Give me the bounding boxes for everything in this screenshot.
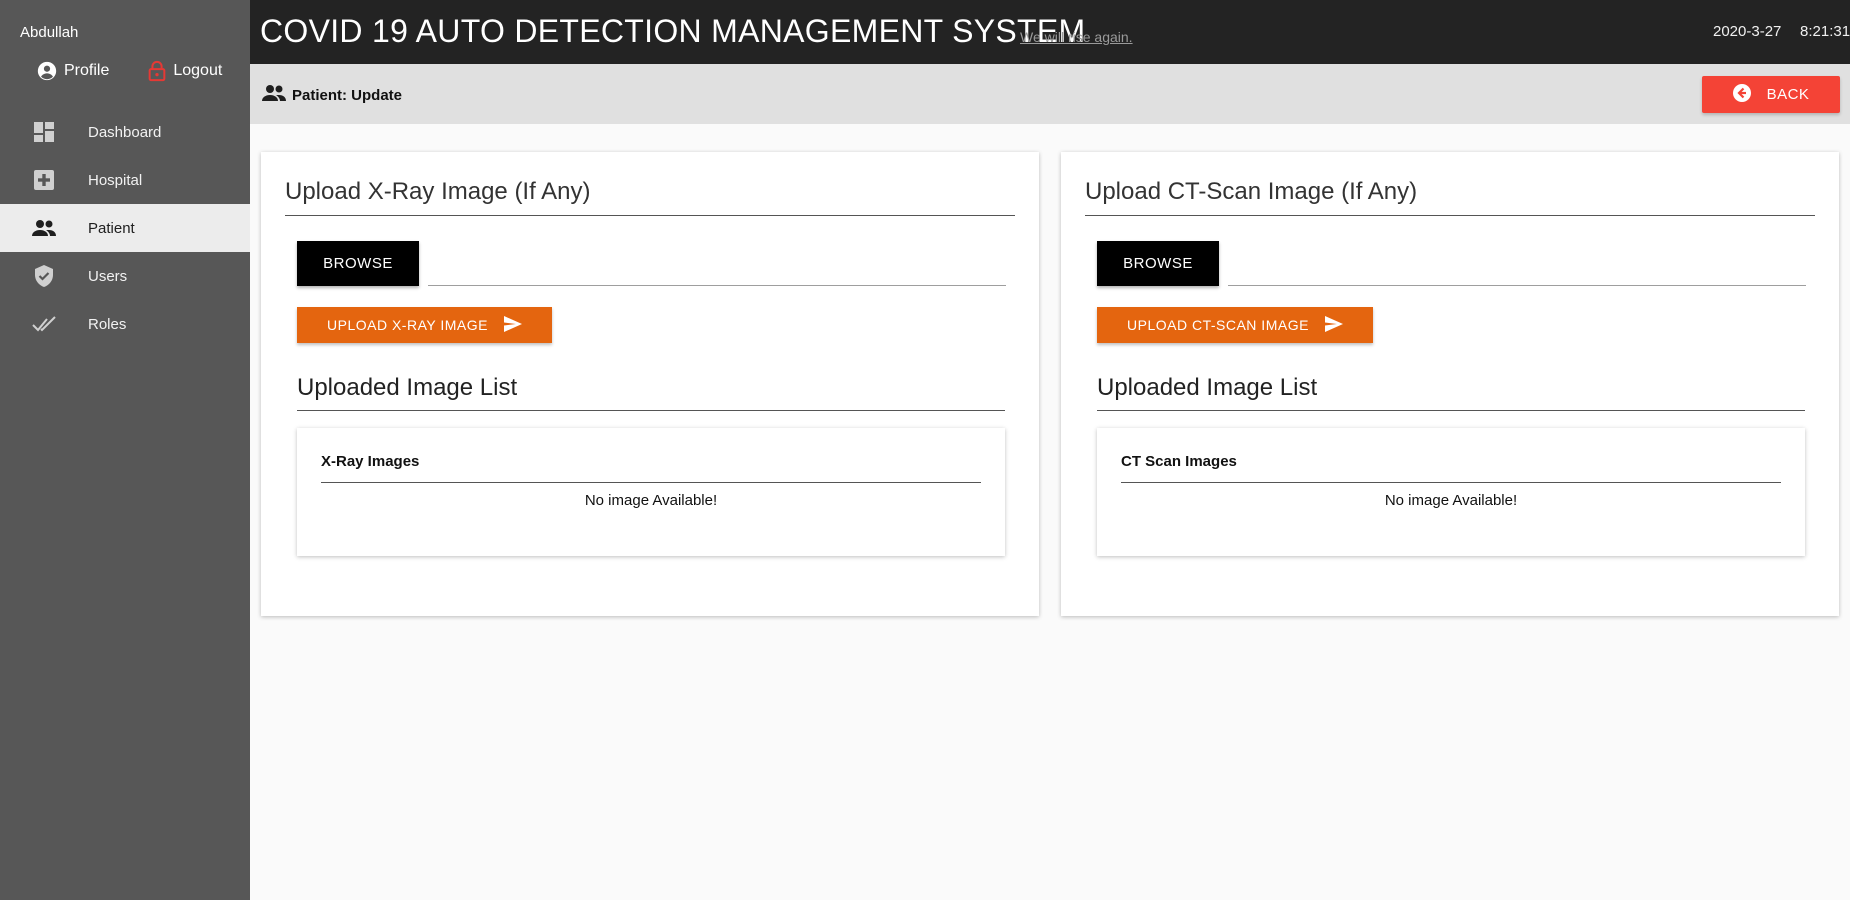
breadcrumb: Patient: Update: [262, 84, 402, 106]
upload-xray-label: UPLOAD X-RAY IMAGE: [327, 317, 488, 333]
sidebar-item-label: Patient: [88, 219, 135, 237]
sidebar-item-label: Dashboard: [88, 123, 162, 141]
current-date: 2020-3-27: [1713, 23, 1782, 40]
ctscan-card-title: Upload CT-Scan Image (If Any): [1085, 178, 1418, 205]
top-bar: COVID 19 AUTO DETECTION MANAGEMENT SYSTE…: [250, 0, 1850, 64]
ctscan-browse-button[interactable]: BROWSE: [1097, 241, 1219, 286]
current-time: 8:21:31: [1800, 23, 1850, 40]
ctscan-list-title: Uploaded Image List: [1097, 374, 1318, 401]
sidebar-item-users[interactable]: Users: [0, 252, 250, 300]
hospital-plus-icon: [32, 168, 56, 192]
upload-ctscan-label: UPLOAD CT-SCAN IMAGE: [1127, 317, 1309, 333]
ctscan-file-path-input[interactable]: [1228, 252, 1806, 286]
ctscan-empty-message: No image Available!: [1384, 492, 1518, 509]
sidebar: Abdullah Profile Logout Dashboard Hospit…: [0, 0, 250, 900]
back-button[interactable]: BACK: [1702, 76, 1840, 113]
shield-check-icon: [32, 264, 56, 288]
xray-upload-card: Upload X-Ray Image (If Any) BROWSE UPLOA…: [261, 152, 1039, 616]
arrow-back-circle-icon: [1732, 83, 1751, 106]
user-actions: Profile Logout: [36, 60, 222, 82]
lock-icon: [147, 60, 167, 82]
sidebar-item-label: Users: [88, 267, 128, 285]
ctscan-upload-card: Upload CT-Scan Image (If Any) BROWSE UPL…: [1061, 152, 1839, 616]
divider: [285, 215, 1015, 216]
sidebar-item-roles[interactable]: Roles: [0, 300, 250, 348]
profile-label: Profile: [64, 62, 110, 79]
sidebar-item-label: Roles: [88, 315, 127, 333]
logout-link[interactable]: Logout: [147, 60, 222, 82]
xray-card-title: Upload X-Ray Image (If Any): [285, 178, 591, 205]
send-icon: [503, 315, 522, 335]
upload-xray-button[interactable]: UPLOAD X-RAY IMAGE: [297, 307, 552, 343]
dashboard-icon: [32, 120, 56, 144]
divider: [297, 410, 1005, 411]
send-icon: [1324, 315, 1343, 335]
divider: [1121, 482, 1781, 483]
people-icon: [262, 84, 286, 106]
app-title: COVID 19 AUTO DETECTION MANAGEMENT SYSTE…: [260, 13, 1086, 49]
xray-empty-message: No image Available!: [584, 492, 718, 509]
sidebar-item-hospital[interactable]: Hospital: [0, 156, 250, 204]
sidebar-nav: Dashboard Hospital Patient Users Roles: [0, 108, 250, 348]
divider: [1097, 410, 1805, 411]
account-circle-icon: [36, 60, 58, 82]
ctscan-image-list: CT Scan Images No image Available!: [1097, 428, 1805, 556]
back-label: BACK: [1766, 86, 1810, 103]
xray-list-title: Uploaded Image List: [297, 374, 518, 401]
sidebar-item-label: Hospital: [88, 171, 143, 189]
page-header: Patient: Update BACK: [250, 64, 1850, 124]
xray-list-header: X-Ray Images: [321, 453, 420, 470]
user-name: Abdullah: [20, 24, 79, 41]
upload-ctscan-button[interactable]: UPLOAD CT-SCAN IMAGE: [1097, 307, 1373, 343]
divider: [1085, 215, 1815, 216]
people-icon: [32, 216, 56, 240]
double-check-icon: [32, 312, 56, 336]
tagline-link[interactable]: We will rise again.: [1020, 29, 1133, 45]
xray-image-list: X-Ray Images No image Available!: [297, 428, 1005, 556]
sidebar-item-dashboard[interactable]: Dashboard: [0, 108, 250, 156]
xray-browse-button[interactable]: BROWSE: [297, 241, 419, 286]
logout-label: Logout: [173, 62, 223, 79]
divider: [321, 482, 981, 483]
xray-file-path-input[interactable]: [428, 252, 1006, 286]
sidebar-item-patient[interactable]: Patient: [0, 204, 250, 252]
profile-link[interactable]: Profile: [36, 60, 109, 82]
ctscan-list-header: CT Scan Images: [1121, 453, 1237, 470]
breadcrumb-label: Patient: Update: [292, 86, 403, 104]
